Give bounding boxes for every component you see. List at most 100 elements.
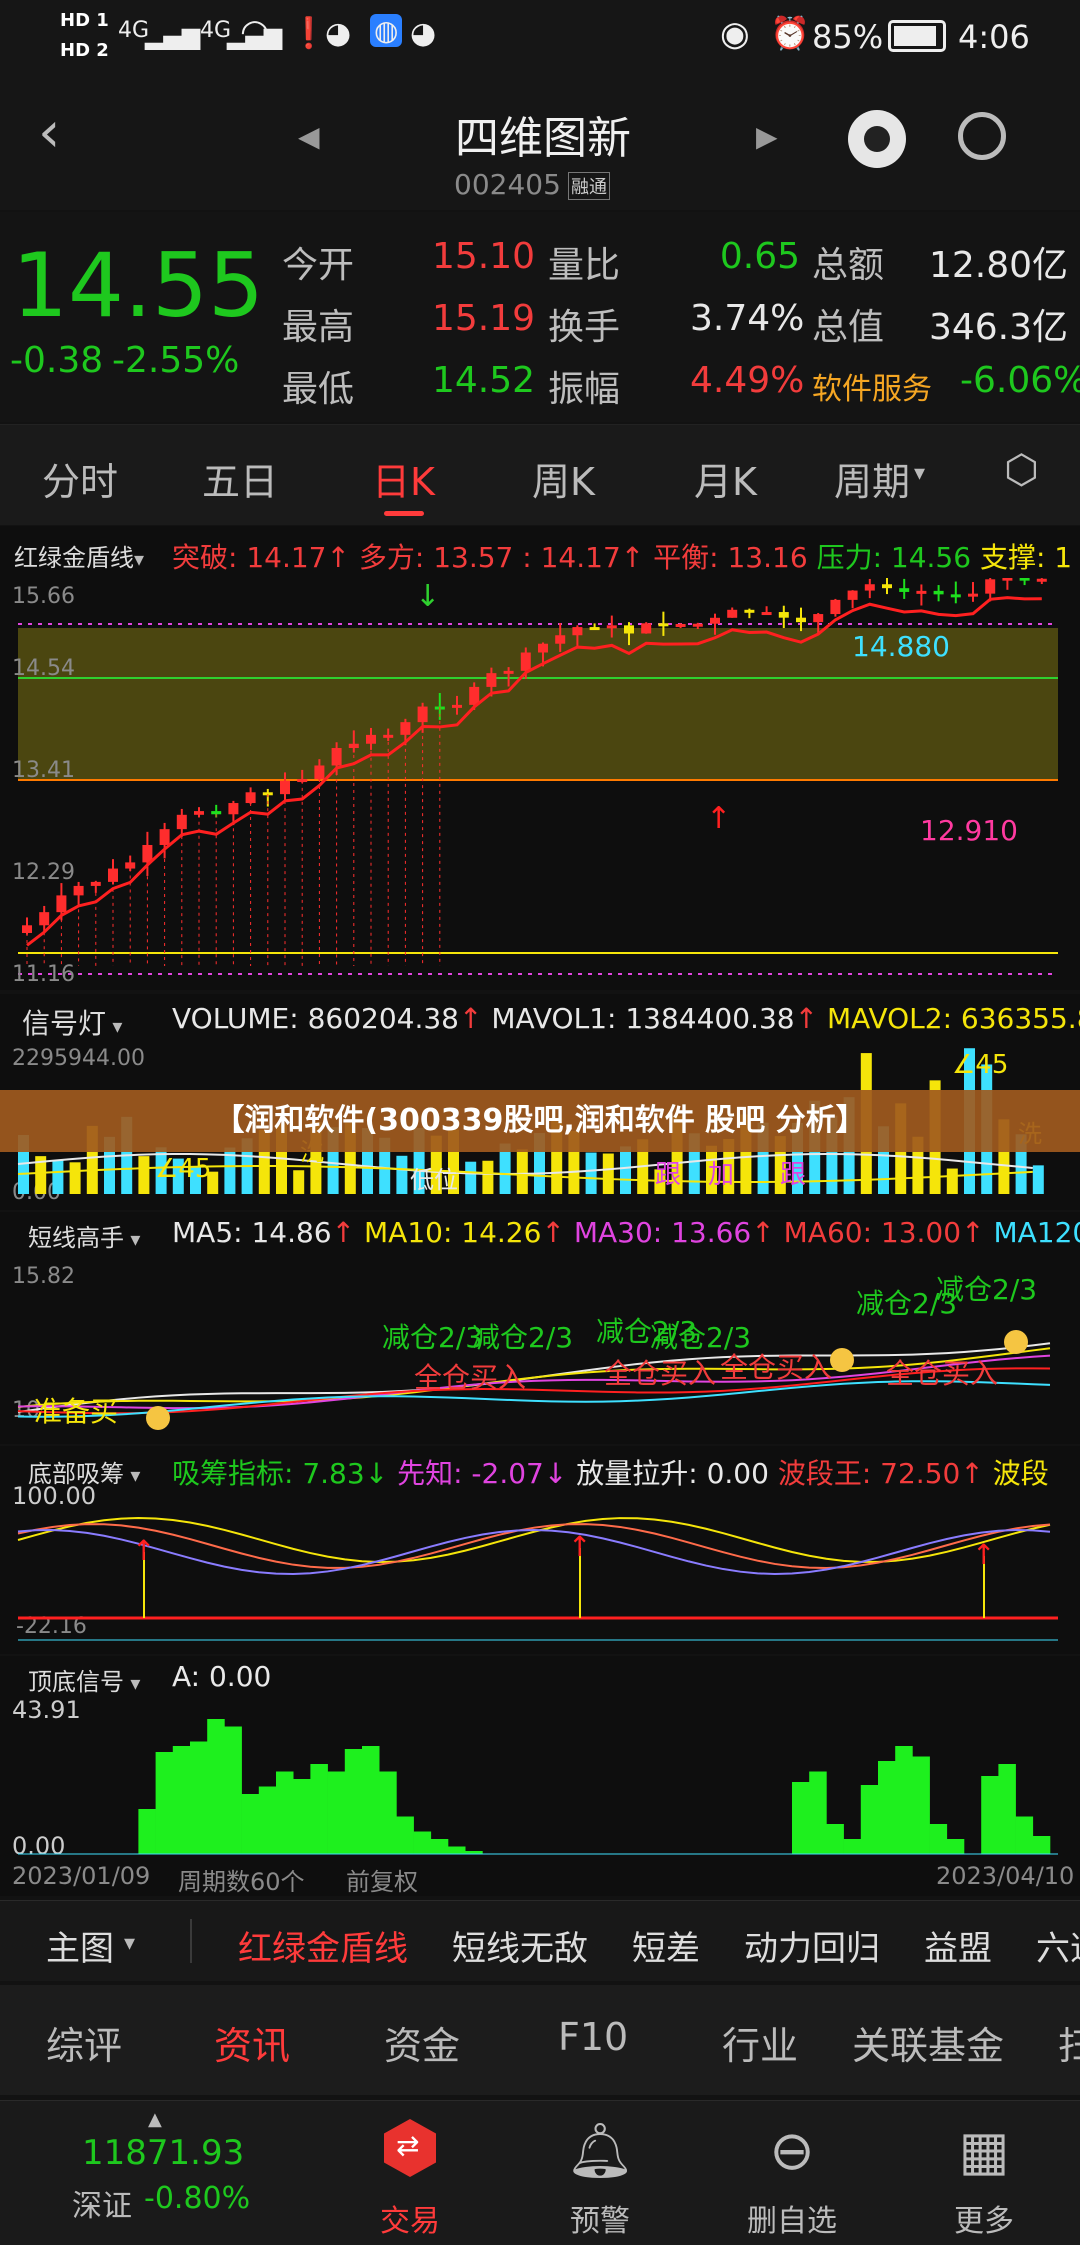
candle-body <box>538 643 548 653</box>
pressure-value: 压力: 14.56 <box>816 541 972 574</box>
tab-red-green-shield[interactable]: 红绿金盾线 <box>238 1921 408 1970</box>
tab-more[interactable]: 扫 <box>1058 2015 1080 2070</box>
signal-bar <box>843 1839 862 1854</box>
article-banner[interactable]: 【润和软件(300339股吧,润和软件 股吧 分析】 <box>0 1090 1080 1152</box>
back-icon[interactable]: ‹ <box>38 100 60 165</box>
volume-indicator-label[interactable]: 信号灯 <box>22 1007 106 1040</box>
prev-stock-icon[interactable]: ◀ <box>298 120 320 153</box>
volume-bar <box>293 1170 305 1194</box>
volume-bar <box>1032 1165 1044 1194</box>
open-value: 15.10 <box>431 236 535 277</box>
candle-body <box>1019 578 1030 581</box>
turnover-amount-value: 12.80亿 <box>928 245 1068 286</box>
index-change[interactable]: -0.80% <box>144 2181 250 2216</box>
bull-value: 多方: 13.57 <box>358 541 514 574</box>
up-arrow-icon: ↑ <box>794 1002 819 1035</box>
signal-bar <box>946 1839 965 1854</box>
sector-label[interactable]: 软件服务 <box>812 364 932 408</box>
support-value: 支撑: 1 <box>979 541 1073 574</box>
signal-a-value: A: 0.00 <box>172 1660 272 1693</box>
main-chart[interactable]: 红绿金盾线▾ 突破: 14.17↑ 多方: 13.57 : 14.17↑ 平衡:… <box>0 526 1080 990</box>
volume-bar <box>396 1155 408 1194</box>
bell-icon[interactable]: 🔔︎ <box>520 2119 680 2183</box>
search-icon[interactable] <box>958 112 1006 160</box>
tab-yimeng[interactable]: 益盟 <box>924 1921 992 1970</box>
tab-related-funds[interactable]: 关联基金 <box>852 2015 1004 2070</box>
index-name[interactable]: 深证 <box>72 2181 132 2225</box>
remove-circle-icon[interactable]: ⊖ <box>712 2119 872 2182</box>
signal-bar <box>190 1741 208 1854</box>
chevron-down-icon[interactable]: ▾ <box>124 1671 140 1695</box>
signal-bar <box>207 1719 225 1854</box>
candle-body <box>211 811 222 815</box>
nav-alert[interactable]: 预警 <box>520 2196 680 2240</box>
main-indicator-label[interactable]: 红绿金盾线 <box>14 544 134 572</box>
candle-body <box>744 609 755 613</box>
index-value[interactable]: 11871.93 <box>82 2133 244 2173</box>
signal-bars-icon: ▂▄▆ <box>145 22 201 50</box>
up-arrow-icon: ↑ <box>706 801 731 836</box>
high-value: 15.19 <box>431 298 535 339</box>
chevron-down-icon[interactable]: ▾ <box>134 547 144 571</box>
candle-body <box>796 617 806 623</box>
main-chart-selector[interactable]: 主图 <box>46 1921 114 1970</box>
tab-five-day[interactable]: 五日 <box>202 451 278 506</box>
alarm-icon: ⏰ <box>770 14 810 52</box>
low-annotation: 12.910 <box>920 814 1018 847</box>
next-stock-icon[interactable]: ▶ <box>756 120 778 153</box>
grid-icon[interactable]: ▦ <box>904 2119 1064 2182</box>
tab-intraday[interactable]: 分时 <box>42 451 118 506</box>
tab-f10[interactable]: F10 <box>558 2015 628 2059</box>
tab-monthly-k[interactable]: 月K <box>694 451 757 506</box>
signal-bar <box>258 1786 277 1854</box>
signal-bar <box>155 1752 174 1854</box>
mavol2-value: MAVOL2: 636355.8 <box>826 1002 1080 1035</box>
chevron-down-icon[interactable]: ▾ <box>124 1931 135 1956</box>
nav-more[interactable]: 更多 <box>904 2196 1064 2240</box>
stock-header: ‹ ◀ 四维图新 002405 融通 ▶ <box>0 80 1080 210</box>
settings-icon[interactable]: ⬡ <box>1004 447 1039 493</box>
y-label-bottom: 11.16 <box>12 962 75 987</box>
tab-daily-k[interactable]: 日K <box>372 451 435 506</box>
hd2-label: HD 2 <box>60 40 109 61</box>
nav-remove-watchlist[interactable]: 删自选 <box>712 2196 872 2240</box>
chevron-down-icon[interactable]: ▾ <box>124 1227 140 1251</box>
up-arrow-icon: ↑ <box>972 1538 995 1571</box>
chevron-down-icon[interactable]: ▾ <box>914 461 925 486</box>
candle-body <box>985 579 996 594</box>
follow-tag-2: 跟 <box>780 1160 807 1190</box>
accumulation-chart[interactable]: 底部吸筹 ▾ 吸筹指标: 7.83↓ 先知: -2.07↓ 放量拉升: 0.00… <box>0 1446 1080 1654</box>
chevron-down-icon[interactable]: ▾ <box>124 1463 140 1487</box>
candle-body <box>73 885 84 896</box>
candle-body <box>503 670 514 674</box>
tab-six-ways[interactable]: 六道 <box>1036 1921 1080 1970</box>
tab-industry[interactable]: 行业 <box>722 2015 798 2070</box>
tab-funds[interactable]: 资金 <box>384 2015 460 2070</box>
signal-indicator-label[interactable]: 顶底信号 <box>28 1668 124 1696</box>
tab-short-invincible[interactable]: 短线无敌 <box>452 1921 588 1970</box>
up-arrow-icon: ↑ <box>620 541 645 574</box>
volume-bar <box>946 1168 958 1194</box>
tab-short-diff[interactable]: 短差 <box>632 1921 700 1970</box>
chevron-down-icon[interactable]: ▾ <box>106 1014 122 1038</box>
tab-period[interactable]: 周期 <box>834 451 910 506</box>
signal-chart[interactable]: 顶底信号 ▾ A: 0.00 43.91 0.00 2023/01/09 周期数… <box>0 1656 1080 1896</box>
tab-weekly-k[interactable]: 周K <box>532 451 595 506</box>
up-arrow-icon: ↑ <box>132 1534 155 1567</box>
buy-signal-4: 全仓买入 <box>886 1357 999 1390</box>
ma-indicator-label[interactable]: 短线高手 <box>28 1224 124 1252</box>
trade-icon[interactable]: ⇄ <box>384 2119 436 2177</box>
mascot-icon[interactable] <box>848 110 906 168</box>
tab-news[interactable]: 资讯 <box>214 2015 290 2070</box>
nav-trade[interactable]: 交易 <box>330 2196 490 2240</box>
open-label: 今开 <box>282 245 355 286</box>
stock-title: 四维图新 <box>455 113 631 164</box>
candle-body <box>90 881 101 886</box>
prepare-buy-signal: 准备买 <box>34 1395 119 1428</box>
ma-chart[interactable]: 短线高手 ▾ MA5: 14.86↑ MA10: 14.26↑ MA30: 13… <box>0 1212 1080 1444</box>
caret-up-icon[interactable]: ▲ <box>148 2109 162 2130</box>
period-tabs: 分时 五日 日K 周K 月K 周期 ▾ ⬡ <box>0 424 1080 525</box>
tab-overview[interactable]: 综评 <box>46 2015 122 2070</box>
tab-momentum-return[interactable]: 动力回归 <box>744 1921 880 1970</box>
candle-body <box>899 588 910 592</box>
